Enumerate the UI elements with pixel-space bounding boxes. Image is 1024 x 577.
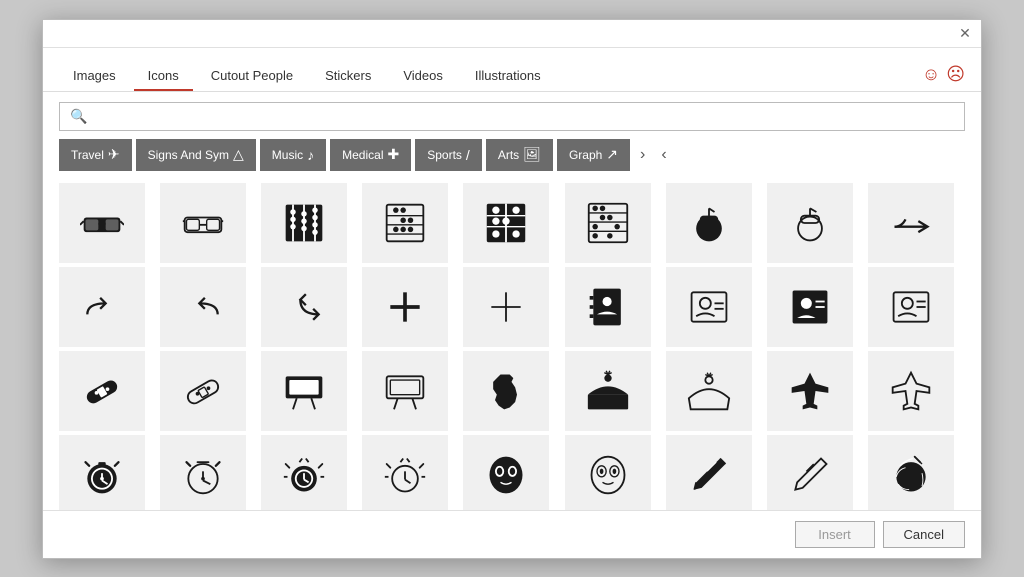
category-music[interactable]: Music ♪ <box>260 139 326 171</box>
icons-grid <box>59 183 965 510</box>
icon-farm-outline[interactable] <box>666 351 752 431</box>
insert-button[interactable]: Insert <box>795 521 875 548</box>
tab-icons[interactable]: Icons <box>134 60 193 91</box>
icon-billboard-dark[interactable] <box>261 351 347 431</box>
search-bar: 🔍 <box>43 92 981 139</box>
icon-bandage-outline[interactable] <box>160 351 246 431</box>
icon-alien-outline[interactable] <box>565 435 651 510</box>
icons-dialog: ✕ Images Icons Cutout People Stickers Vi… <box>42 19 982 559</box>
music-icon: ♪ <box>307 147 314 163</box>
arts-label: Arts <box>498 148 519 162</box>
icon-contact-book-dark[interactable] <box>565 267 651 347</box>
sad-icon[interactable]: ☹ <box>946 64 965 85</box>
medical-label: Medical <box>342 148 383 162</box>
icon-alarm-ring-outline[interactable] <box>362 435 448 510</box>
icon-plus-dark[interactable] <box>362 267 448 347</box>
category-signs[interactable]: Signs And Sym △ <box>136 139 256 171</box>
icon-arrow-left-curve[interactable] <box>160 267 246 347</box>
icons-grid-wrapper <box>43 179 981 510</box>
travel-label: Travel <box>71 148 104 162</box>
close-button[interactable]: ✕ <box>957 25 973 41</box>
signs-icon: △ <box>233 146 244 163</box>
icon-acorn-outline[interactable] <box>767 183 853 263</box>
icon-airplane-outline[interactable] <box>868 351 954 431</box>
icon-needle-outline[interactable] <box>767 435 853 510</box>
icon-contact-card-2[interactable] <box>767 267 853 347</box>
icon-plus-outline[interactable] <box>463 267 549 347</box>
search-input[interactable] <box>95 109 954 124</box>
travel-icon: ✈ <box>108 146 120 163</box>
title-bar: ✕ <box>43 20 981 48</box>
icon-abacus-dark[interactable] <box>261 183 347 263</box>
category-bar: Travel ✈ Signs And Sym △ Music ♪ Medical… <box>43 139 981 179</box>
category-travel[interactable]: Travel ✈ <box>59 139 132 171</box>
tab-stickers[interactable]: Stickers <box>311 60 385 91</box>
tab-illustrations[interactable]: Illustrations <box>461 60 555 91</box>
medical-icon: ✚ <box>388 146 400 163</box>
icon-needle-dark[interactable] <box>666 435 752 510</box>
sports-label: Sports <box>427 148 462 162</box>
icon-africa[interactable] <box>463 351 549 431</box>
graph-icon: ↗ <box>606 146 618 163</box>
next-arrow[interactable]: › <box>634 144 651 166</box>
category-sports[interactable]: Sports / <box>415 139 482 171</box>
icon-acorn-dark[interactable] <box>666 183 752 263</box>
icon-alarm-outline[interactable] <box>160 435 246 510</box>
icon-billboard-outline[interactable] <box>362 351 448 431</box>
icon-contact-card-3[interactable] <box>868 267 954 347</box>
search-icon: 🔍 <box>70 108 87 125</box>
signs-label: Signs And Sym <box>148 148 229 162</box>
category-graph[interactable]: Graph ↗ <box>557 139 630 171</box>
tab-images[interactable]: Images <box>59 60 130 91</box>
icon-arrow-back[interactable] <box>261 267 347 347</box>
icon-3d-glasses-dark[interactable] <box>59 183 145 263</box>
icon-contact-card-1[interactable] <box>666 267 752 347</box>
icon-arrow-right-curve[interactable] <box>59 267 145 347</box>
sports-icon: / <box>466 147 470 163</box>
prev-arrow[interactable]: ‹ <box>655 144 672 166</box>
footer: Insert Cancel <box>43 510 981 558</box>
icon-alarm-ring-dark[interactable] <box>261 435 347 510</box>
icon-arrow-right[interactable] <box>868 183 954 263</box>
icon-bandage-dark[interactable] <box>59 351 145 431</box>
icon-3d-glasses-outline[interactable] <box>160 183 246 263</box>
icon-yarn-ball[interactable] <box>868 435 954 510</box>
icon-abacus-beads[interactable] <box>463 183 549 263</box>
category-arts[interactable]: Arts 🖼 <box>486 139 553 171</box>
title-bar-controls: ✕ <box>957 25 973 41</box>
tab-videos[interactable]: Videos <box>389 60 457 91</box>
smiley-icon[interactable]: ☺ <box>922 64 940 85</box>
music-label: Music <box>272 148 303 162</box>
tab-cutout[interactable]: Cutout People <box>197 60 307 91</box>
icon-abacus-lines[interactable] <box>565 183 651 263</box>
icon-alien-dark[interactable] <box>463 435 549 510</box>
icon-airplane-dark[interactable] <box>767 351 853 431</box>
icon-alarm-dark[interactable] <box>59 435 145 510</box>
search-wrapper: 🔍 <box>59 102 965 131</box>
face-icons: ☺ ☹ <box>922 64 965 91</box>
category-medical[interactable]: Medical ✚ <box>330 139 411 171</box>
tab-bar: Images Icons Cutout People Stickers Vide… <box>43 48 981 92</box>
arts-icon: 🖼 <box>523 146 541 163</box>
icon-abacus-grid[interactable] <box>362 183 448 263</box>
icon-farm-dark[interactable] <box>565 351 651 431</box>
cancel-button[interactable]: Cancel <box>883 521 965 548</box>
graph-label: Graph <box>569 148 602 162</box>
